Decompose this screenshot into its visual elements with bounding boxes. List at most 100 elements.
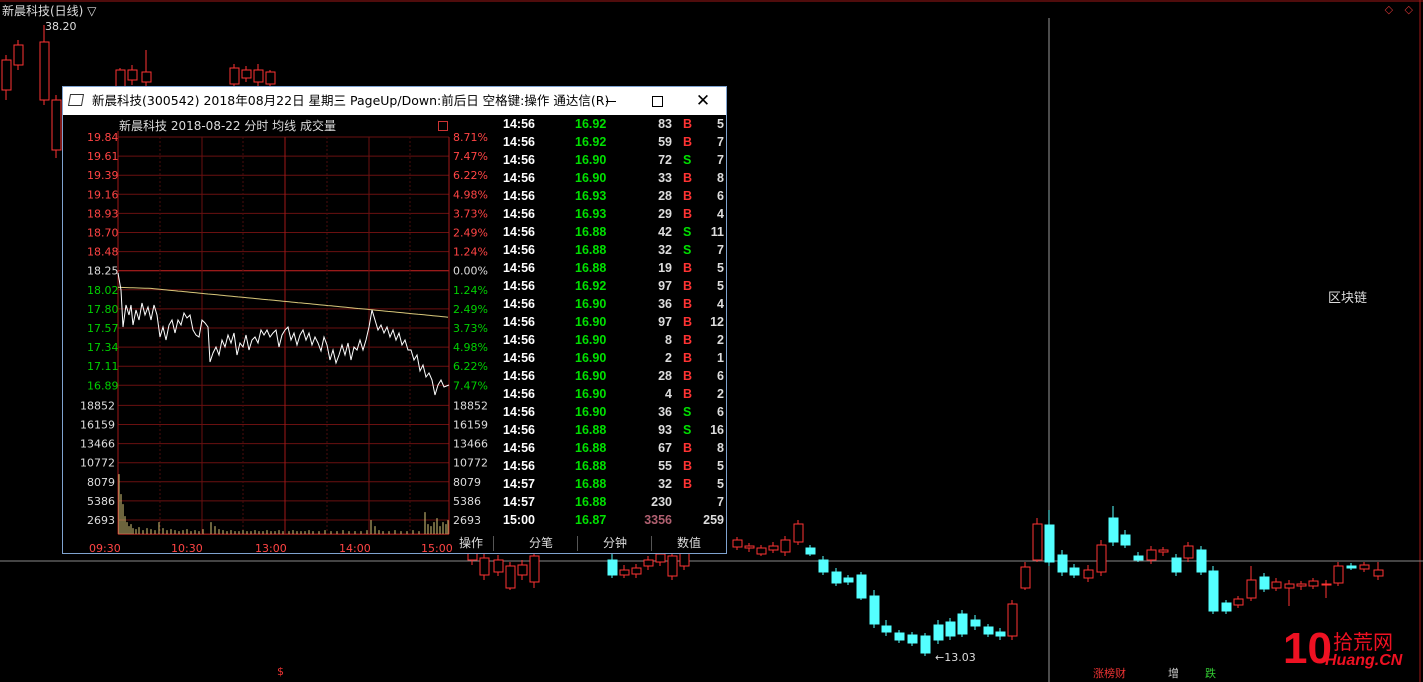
tick-row: 14:56 16.88 19 B 5 [503,261,726,279]
volume-tick-label: 16159 [453,419,488,432]
candle [1007,600,1018,640]
tick-side: B [683,279,693,293]
candle [920,633,931,656]
tick-volume: 97 [658,279,672,293]
intraday-chart: 新晨科技 2018-08-22 分时 均线 成交量19.84 8.71% 19.61… [80,118,488,555]
tick-row: 14:56 16.90 36 B 4 [503,297,726,315]
time-tick-label: 13:00 [255,542,287,555]
price-tick-label: 17.34 [87,341,119,354]
tick-count: 8 [717,441,724,455]
candle [1020,562,1031,590]
candle [1359,562,1370,572]
maximize-button[interactable] [634,87,680,115]
tick-count: 2 [717,387,724,401]
candle [667,552,678,580]
tick-row: 14:56 16.90 8 B 2 [503,333,726,351]
tick-side: B [683,387,693,401]
volume-tick-label: 5386 [87,495,115,508]
minimize-button[interactable] [588,87,634,115]
tick-side: B [683,441,693,455]
tick-price: 16.92 [575,117,607,131]
tick-row: 14:56 16.90 28 B 6 [503,369,726,387]
volume-tick-label: 18852 [453,399,488,412]
candle [1057,550,1068,576]
tick-volume: 29 [658,207,672,221]
candle [1120,530,1131,548]
tick-volume: 36 [658,405,672,419]
intraday-popup-window: 新晨科技(300542) 2018年08月22日 星期三 PageUp/Down… [62,86,727,555]
popup-titlebar[interactable]: 新晨科技(300542) 2018年08月22日 星期三 PageUp/Down… [63,87,726,115]
tick-price: 16.88 [575,225,607,239]
candle [1221,600,1232,614]
candle [1032,518,1043,562]
tick-time: 14:56 [503,207,535,221]
candle [869,590,880,628]
tick-price: 16.87 [575,513,607,527]
volume-tick-label: 5386 [453,495,481,508]
tick-price: 16.92 [575,279,607,293]
price-tick-label: 18.48 [87,246,119,259]
close-button[interactable]: ✕ [680,87,726,115]
volume-tick-label: 8079 [453,476,481,489]
candle [732,537,743,550]
price-tick-label: 19.16 [87,188,119,201]
tick-time: 14:56 [503,333,535,347]
candle [1044,510,1055,566]
blockchain-annotation: 区块链 [1328,291,1368,306]
tick-volume: 19 [658,261,672,275]
tick-count: 6 [717,189,724,203]
tab-values[interactable]: 数值 [659,534,719,553]
time-tick-label: 14:00 [339,542,371,555]
tick-count: 7 [717,153,724,167]
tick-count: 5 [717,279,724,293]
candle [241,66,252,82]
candle [229,64,240,88]
average-price-line [117,286,449,318]
candle [843,575,854,585]
time-tick-label: 10:30 [171,542,203,555]
pct-tick-label: 1.24% [453,246,488,259]
corner-icons[interactable]: ◇ ◇ [1385,3,1417,16]
tab-operate[interactable]: 操作 [453,534,489,553]
tick-volume: 72 [658,153,672,167]
candle [957,610,968,637]
low-price-label: ←13.03 [935,651,976,664]
tick-time: 14:56 [503,243,535,257]
tick-price: 16.90 [575,351,607,365]
candle [945,618,956,640]
tick-time: 14:56 [503,297,535,311]
tick-price: 16.88 [575,477,607,491]
tick-time: 14:57 [503,477,535,491]
tick-volume: 28 [658,189,672,203]
intraday-price-line [117,272,450,396]
tab-minutes[interactable]: 分钟 [585,534,645,553]
intraday-header: 新晨科技 2018-08-22 分时 均线 成交量 [119,118,336,133]
tick-side: S [683,243,692,257]
tick-side: S [683,153,692,167]
candle [805,545,816,556]
candle [631,564,642,578]
tick-price: 16.90 [575,405,607,419]
volume-tick-label: 2693 [87,514,115,527]
candle [529,552,540,588]
tick-volume: 67 [658,441,672,455]
tick-time: 14:56 [503,315,535,329]
pct-tick-label: 3.73% [453,322,488,335]
tick-volume: 8 [665,333,672,347]
candle [907,632,918,646]
tick-count: 259 [703,513,724,527]
price-tick-label: 18.02 [87,284,119,297]
tick-side: S [683,405,692,419]
candle [1083,565,1094,582]
chart-expand-icon[interactable] [438,121,448,131]
tick-price: 16.90 [575,297,607,311]
tick-count: 6 [717,369,724,383]
tab-ticks[interactable]: 分笔 [511,534,571,553]
tick-volume: 230 [651,495,672,509]
tick-time: 14:56 [503,423,535,437]
candle [1158,547,1169,556]
tick-count: 5 [717,261,724,275]
candle [1069,564,1080,578]
popup-tabs: 操作 分笔 分钟 数值 [453,534,726,553]
tick-volume: 59 [658,135,672,149]
